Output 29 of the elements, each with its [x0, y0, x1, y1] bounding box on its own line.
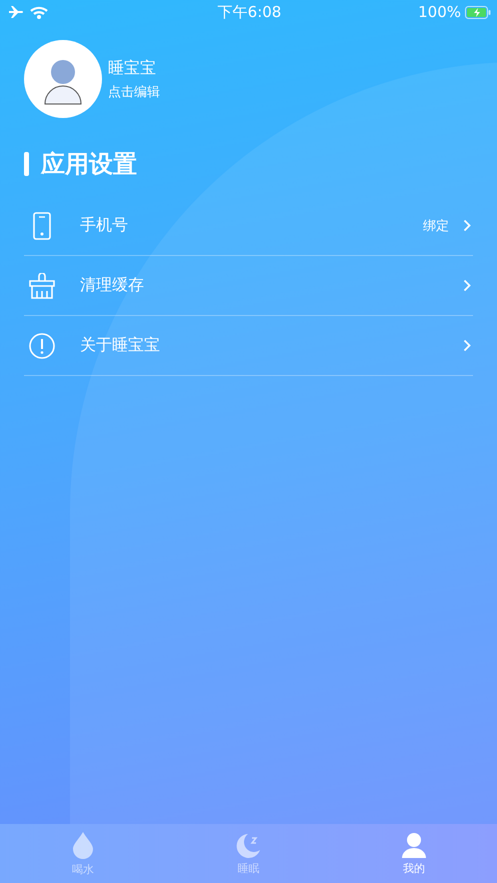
section-title: 应用设置 [41, 149, 137, 180]
settings-row[interactable]: 关于睡宝宝 [24, 316, 473, 376]
section-accent-bar [24, 152, 29, 176]
settings-label: 清理缓存 [80, 275, 145, 296]
wifi-icon [30, 6, 48, 18]
water-drop-icon [72, 830, 94, 858]
chevron-icon [463, 339, 471, 352]
moon-icon [236, 832, 262, 858]
user-name: 睡宝宝 [108, 58, 157, 78]
chevron-icon [463, 219, 471, 232]
status-time: 下午6:08 [218, 2, 282, 22]
info-icon [29, 332, 55, 358]
settings-label: 手机号 [80, 215, 129, 236]
airplane-icon [8, 5, 24, 19]
phone-icon [33, 212, 51, 240]
edit-link[interactable]: 点击编辑 [108, 82, 160, 100]
settings-label: 关于睡宝宝 [80, 335, 161, 356]
tab[interactable]: 喝水 [0, 824, 166, 883]
tab[interactable]: 我的 [331, 824, 497, 883]
battery-icon [465, 6, 491, 18]
chevron-icon [463, 279, 471, 292]
tab[interactable]: 睡眠 [166, 824, 332, 883]
battery-percent: 100% [418, 3, 461, 21]
settings-value: 绑定 [423, 218, 449, 234]
avatar[interactable] [24, 40, 102, 118]
settings-row[interactable]: 清理缓存 [24, 256, 473, 316]
settings-row[interactable]: 手机号 绑定 [24, 196, 473, 256]
person-icon [401, 832, 428, 858]
brush-icon [29, 272, 55, 298]
